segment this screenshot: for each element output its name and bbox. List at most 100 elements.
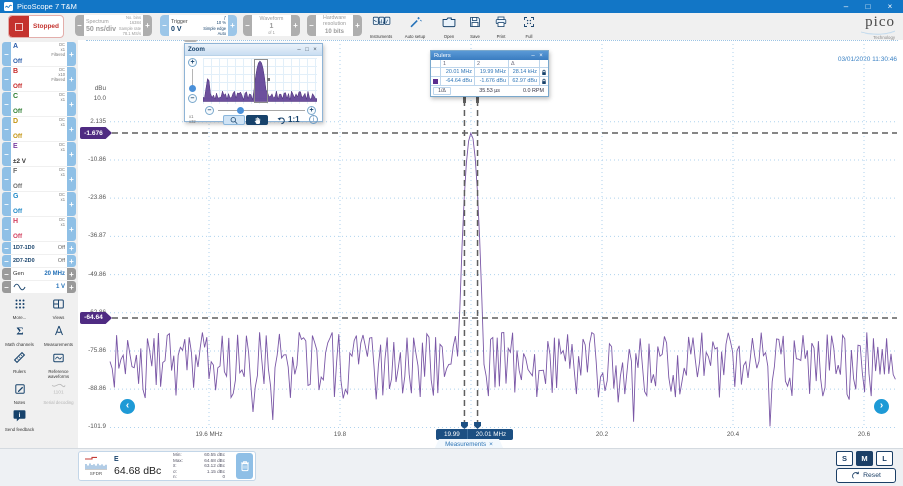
frequency-ruler-top-handle-1[interactable] [463, 97, 466, 103]
digital-port-2-decrease-button[interactable]: – [2, 255, 11, 267]
channel-F-decrease-button[interactable]: – [2, 167, 11, 191]
full-button[interactable]: Full [516, 15, 542, 38]
waveform-next-button[interactable]: + [291, 15, 300, 36]
overview-scroll-track[interactable] [86, 40, 898, 41]
hardware-resolution-group[interactable]: – Hardware resolution 10 bits + [307, 15, 362, 36]
zoom-out-button[interactable]: – [188, 94, 197, 103]
zoom-h-in-button[interactable]: + [307, 106, 316, 115]
zoom-selection-rect[interactable] [254, 59, 268, 103]
channel-C-decrease-button[interactable]: – [2, 92, 11, 116]
pan-left-button[interactable]: ‹ [120, 399, 135, 414]
digital-port-1[interactable]: –1D7-1D0Off+ [2, 242, 76, 254]
sidebar-item-rulers[interactable]: Rulers [0, 351, 39, 380]
channel-E-increase-button[interactable]: + [67, 142, 76, 166]
channel-A-increase-button[interactable]: + [67, 42, 76, 66]
channel-B-increase-button[interactable]: + [67, 67, 76, 91]
channel-C[interactable]: –CDCx1Off+ [2, 92, 76, 116]
pan-right-button[interactable]: › [874, 399, 889, 414]
channel-C-increase-button[interactable]: + [67, 92, 76, 116]
view-size-s-button[interactable]: S [836, 451, 853, 466]
channel-B-decrease-button[interactable]: – [2, 67, 11, 91]
waveform-group[interactable]: – Waveform 1 of 1 + [243, 15, 300, 36]
channel-E[interactable]: –EDCx1±2 V+ [2, 142, 76, 166]
trigger-group[interactable]: – Trigger 0 V ƒ10 % Simple edgeAuto + [160, 15, 237, 36]
channel-D[interactable]: –DDCx1Off+ [2, 117, 76, 141]
spectrum-group[interactable]: – Spectrum 50 ns/div No. bins16384 Sampl… [75, 15, 152, 36]
maximize-button[interactable]: □ [859, 2, 877, 11]
resolution-decrease-button[interactable]: – [307, 15, 316, 36]
sidebar-item-notes[interactable]: Notes [0, 382, 39, 406]
ruler-lock-button-2[interactable] [540, 77, 548, 86]
sidebar-item-more[interactable]: More... [0, 297, 39, 321]
instruments-button[interactable]: Instruments [368, 15, 394, 38]
sidebar-item-views[interactable]: Views [39, 297, 78, 321]
sidebar-item-measurements[interactable]: Measurements [39, 324, 78, 348]
reset-button[interactable]: Reset [836, 468, 896, 483]
channel-D-decrease-button[interactable]: – [2, 117, 11, 141]
channel-G[interactable]: –GDCx1Off+ [2, 192, 76, 216]
digital-port-2-increase-button[interactable]: + [67, 255, 76, 267]
rulers-panel-titlebar[interactable]: Rulers – × [431, 51, 548, 60]
digital-port-1-increase-button[interactable]: + [67, 242, 76, 254]
zoom-in-button[interactable]: + [188, 58, 197, 67]
save-button[interactable]: Save [462, 15, 488, 38]
amplitude-ruler-badge-1[interactable]: -1.676 [80, 127, 112, 139]
channel-H-decrease-button[interactable]: – [2, 217, 11, 241]
sidebar-item-send-feedback[interactable]: iSend feedback [0, 409, 39, 433]
frequency-ruler-top-handle-2[interactable] [476, 97, 479, 103]
open-button[interactable]: Open [436, 15, 462, 38]
channel-A-decrease-button[interactable]: – [2, 42, 11, 66]
zoom-horizontal-slider-thumb[interactable] [237, 107, 244, 114]
rulers-minimize-button[interactable]: – [529, 53, 537, 59]
view-size-m-button[interactable]: M [856, 451, 873, 466]
zoom-horizontal-slider[interactable] [218, 110, 305, 111]
frequency-ruler-handle-2[interactable] [474, 422, 481, 429]
gen-amplitude-increase-button[interactable]: + [67, 281, 76, 293]
sidebar-item-reference-waveforms[interactable]: Reference waveforms [39, 351, 78, 380]
zoom-selection-handle[interactable] [267, 78, 270, 81]
zoom-maximize-button[interactable]: □ [303, 47, 311, 53]
zoom-panel-titlebar[interactable]: Zoom – □ × [185, 44, 322, 56]
gen-frequency-increase-button[interactable]: + [67, 268, 76, 280]
frequency-ruler-handle-1[interactable] [461, 422, 468, 429]
gen-frequency-decrease-button[interactable]: – [2, 268, 11, 280]
spectrum-increase-button[interactable]: + [143, 15, 152, 36]
delete-measurement-button[interactable] [236, 453, 253, 479]
channel-E-decrease-button[interactable]: – [2, 142, 11, 166]
stop-button[interactable]: Stopped [8, 15, 64, 38]
spectrum-decrease-button[interactable]: – [75, 15, 84, 36]
channel-F-increase-button[interactable]: + [67, 167, 76, 191]
rulers-panel[interactable]: Rulers – × 12Δ20.01 MHz19.99 MHz28.14 kH… [430, 50, 549, 97]
zoom-tool-button[interactable] [223, 115, 245, 125]
auto-setup-button[interactable]: Auto setup [402, 15, 428, 38]
zoom-h-out-button[interactable]: – [205, 106, 214, 115]
tab-close-icon[interactable]: × [489, 441, 493, 448]
resolution-increase-button[interactable]: + [353, 15, 362, 36]
trigger-increase-button[interactable]: + [228, 15, 237, 36]
signal-generator-amplitude[interactable]: –1 V+ [2, 281, 76, 293]
channel-F[interactable]: –FDCx1Off+ [2, 167, 76, 191]
waveform-previous-button[interactable]: – [243, 15, 252, 36]
zoom-close-button[interactable]: × [311, 47, 319, 53]
zoom-minimize-button[interactable]: – [295, 47, 303, 53]
pan-tool-button[interactable] [246, 115, 268, 125]
sidebar-item-math-channels[interactable]: ΣMath channels [0, 324, 39, 348]
channel-D-increase-button[interactable]: + [67, 117, 76, 141]
zoom-vertical-slider-thumb[interactable] [189, 85, 196, 92]
channel-A[interactable]: –ADCx1FilteredOff+ [2, 42, 76, 66]
rulers-close-button[interactable]: × [537, 53, 545, 59]
minimize-button[interactable]: – [837, 2, 855, 11]
measurement-card[interactable]: SFDR E 64.68 dBc Min:60.55 dBcMax:64.68 … [78, 451, 256, 481]
zoom-ratio-label[interactable]: 1:1 [288, 115, 300, 124]
zoom-info-icon[interactable]: i [309, 115, 318, 124]
digital-port-2[interactable]: –2D7-2D0Off+ [2, 255, 76, 267]
close-button[interactable]: × [881, 2, 899, 11]
channel-H-increase-button[interactable]: + [67, 217, 76, 241]
amplitude-ruler-badge-2[interactable]: -64.64 [80, 312, 112, 324]
print-button[interactable]: Print [488, 15, 514, 38]
frequency-ruler-badge[interactable]: 19.9920.01 MHz [436, 429, 513, 440]
ruler-lock-button-1[interactable] [540, 68, 548, 77]
trigger-decrease-button[interactable]: – [160, 15, 169, 36]
zoom-overview-preview[interactable] [203, 58, 317, 104]
channel-B[interactable]: –BDCx10FilteredOff+ [2, 67, 76, 91]
